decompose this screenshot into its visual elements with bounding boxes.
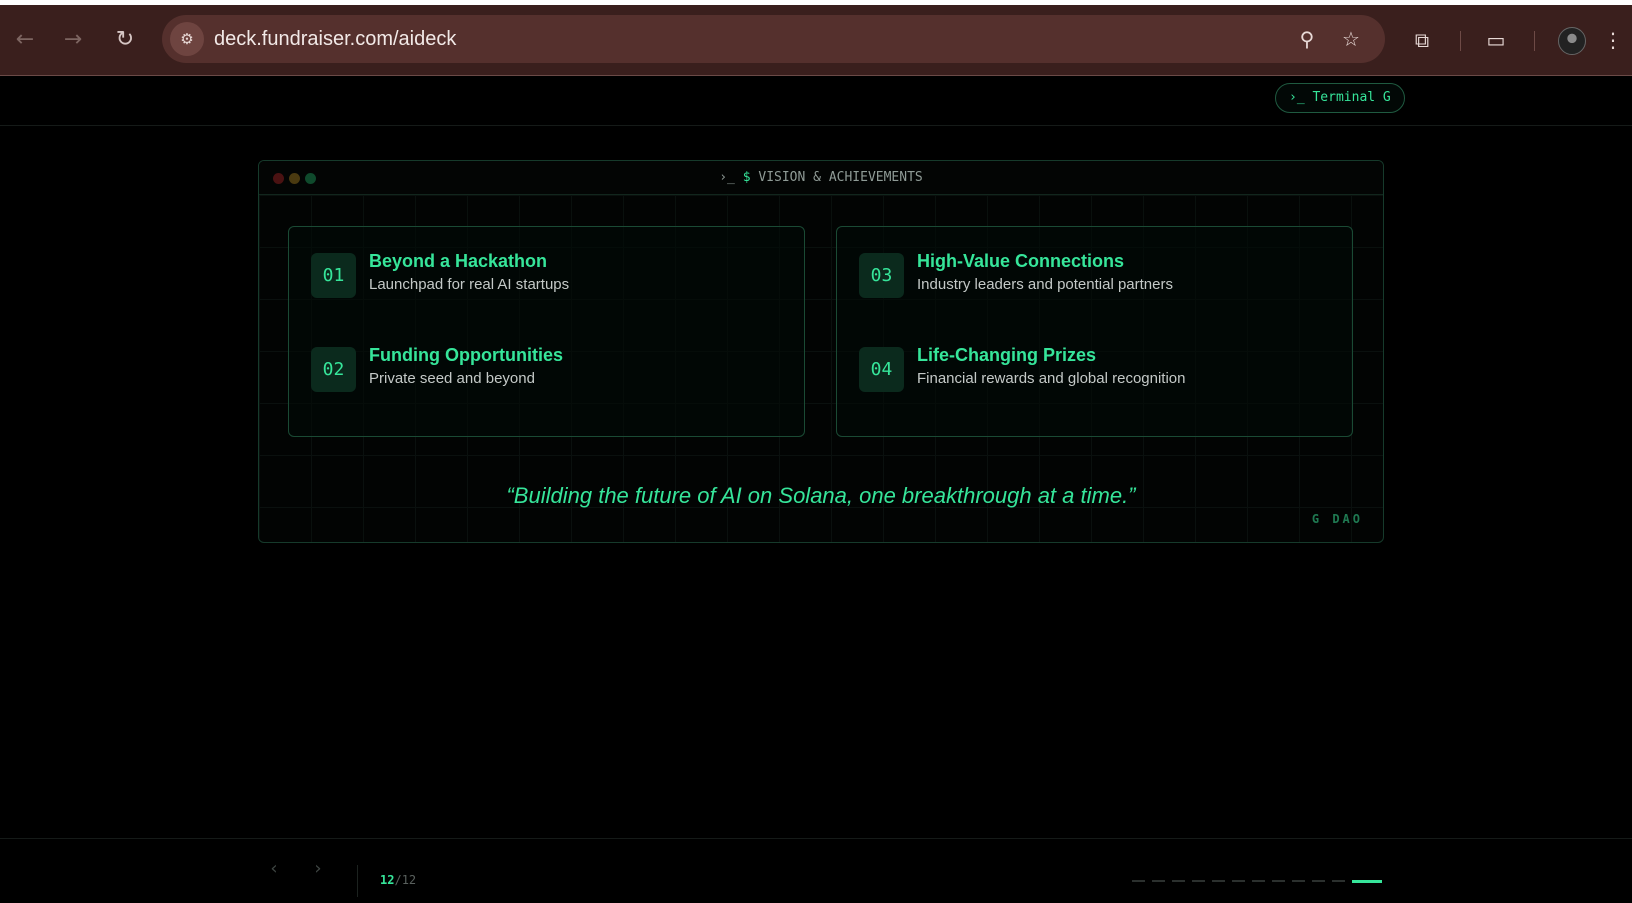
bookmark-star-icon[interactable]: ☆ — [1337, 25, 1365, 53]
forward-icon[interactable]: → — [58, 25, 88, 55]
feature-title: High-Value Connections — [917, 251, 1125, 271]
feature-title: Beyond a Hackathon — [369, 251, 548, 271]
reload-icon[interactable]: ↻ — [110, 25, 140, 55]
progress-segment[interactable] — [1192, 880, 1205, 882]
total-slides-number: 12 — [401, 873, 417, 887]
browser-toolbar: ← → ↻ ⚙ deck.fundraiser.com/aideck ⚲ ☆ ⧉… — [0, 0, 1632, 76]
slide-window: ›_ $ VISION & ACHIEVEMENTS 01 Beyond a H… — [258, 160, 1384, 543]
feature-title: Funding Opportunities — [369, 345, 563, 365]
extensions-icon[interactable]: ⧉ — [1408, 26, 1436, 54]
progress-segment[interactable] — [1292, 880, 1305, 882]
feature-number: 04 — [859, 347, 904, 392]
feature-number: 02 — [311, 347, 356, 392]
progress-segment[interactable] — [1332, 880, 1345, 882]
feature-item: 02 Funding Opportunities Private seed an… — [311, 345, 791, 393]
feature-subtitle: Financial rewards and global recognition — [917, 370, 1186, 387]
terminal-prompt-icon: ›_ — [719, 170, 735, 185]
feature-subtitle: Industry leaders and potential partners — [917, 276, 1173, 293]
progress-segment[interactable] — [1312, 880, 1325, 882]
page-header: ›_ Terminal G — [0, 76, 1632, 126]
slide-footer: ‹ › 12/12 — [0, 838, 1632, 903]
progress-segment[interactable] — [1172, 880, 1185, 882]
menu-icon[interactable]: ⋮ — [1603, 26, 1623, 54]
feature-item: 03 High-Value Connections Industry leade… — [859, 251, 1339, 299]
feature-subtitle: Launchpad for real AI startups — [369, 276, 570, 293]
progress-segment[interactable] — [1132, 880, 1145, 882]
feature-item: 01 Beyond a Hackathon Launchpad for real… — [311, 251, 791, 299]
progress-segment[interactable] — [1252, 880, 1265, 882]
feature-title: Life-Changing Prizes — [917, 345, 1097, 365]
previous-slide-button[interactable]: ‹ — [264, 857, 284, 881]
tab-search-icon[interactable]: ▭ — [1482, 26, 1510, 54]
slide-counter: 12/12 — [380, 873, 416, 887]
progress-segment[interactable] — [1212, 880, 1225, 882]
address-bar[interactable]: ⚙ deck.fundraiser.com/aideck ⚲ ☆ — [162, 15, 1385, 63]
brand-mark: G DAO — [1311, 512, 1363, 526]
toolbar-divider — [1534, 31, 1535, 51]
feature-subtitle: Private seed and beyond — [369, 370, 535, 387]
window-title-text: VISION & ACHIEVEMENTS — [758, 170, 923, 185]
window-title: ›_ $ VISION & ACHIEVEMENTS — [259, 161, 1383, 195]
profile-avatar[interactable] — [1558, 27, 1586, 55]
zoom-icon[interactable]: ⚲ — [1293, 25, 1321, 53]
terminal-button[interactable]: ›_ Terminal G — [1275, 83, 1405, 113]
feature-panel-left: 01 Beyond a Hackathon Launchpad for real… — [288, 226, 805, 437]
feature-number: 03 — [859, 253, 904, 298]
progress-segment[interactable] — [1152, 880, 1165, 882]
feature-panel-right: 03 High-Value Connections Industry leade… — [836, 226, 1353, 437]
feature-item: 04 Life-Changing Prizes Financial reward… — [859, 345, 1339, 393]
progress-segment[interactable] — [1272, 880, 1285, 882]
toolbar-divider — [1460, 31, 1461, 51]
current-slide-number: 12 — [380, 873, 395, 887]
site-info-icon[interactable]: ⚙ — [170, 22, 204, 56]
footer-divider — [357, 865, 358, 897]
feature-number: 01 — [311, 253, 356, 298]
slide-quote: “Building the future of AI on Solana, on… — [506, 483, 1136, 508]
slide-progress-indicator — [1132, 880, 1384, 883]
url-text[interactable]: deck.fundraiser.com/aideck — [214, 28, 456, 51]
progress-segment[interactable] — [1232, 880, 1245, 882]
prompt-dollar: $ — [742, 170, 751, 185]
next-slide-button[interactable]: › — [308, 857, 328, 881]
back-icon[interactable]: ← — [10, 25, 40, 55]
window-titlebar: ›_ $ VISION & ACHIEVEMENTS — [259, 161, 1383, 195]
terminal-prompt-icon: ›_ — [1289, 90, 1305, 105]
counter-separator: / — [394, 873, 402, 887]
terminal-label: Terminal G — [1312, 90, 1391, 105]
progress-segment-active[interactable] — [1352, 880, 1382, 883]
